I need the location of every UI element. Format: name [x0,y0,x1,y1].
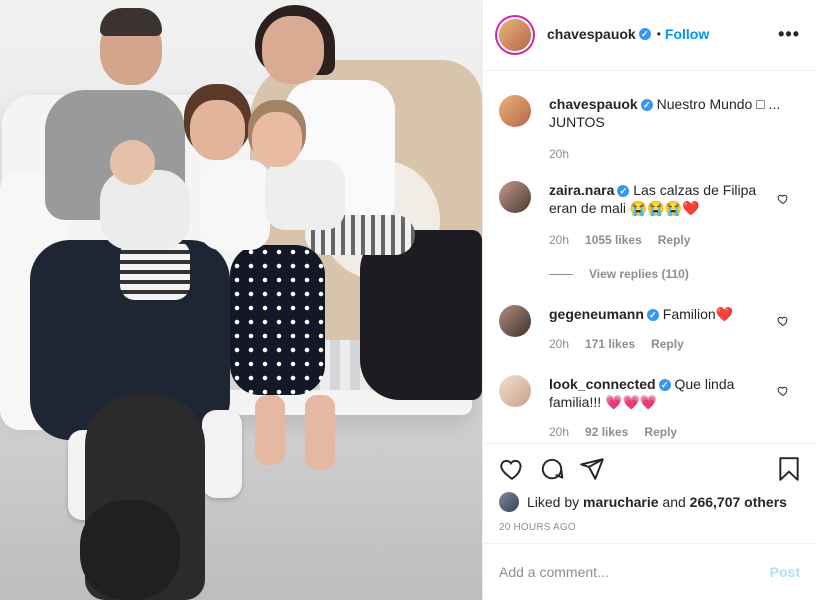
comment-text-block: look_connected ✓ Que linda familia!!! 💗💗💗 [549,375,769,411]
instagram-post-modal: chavespauok ✓ • Follow ••• chavespauok ✓ … [0,0,816,600]
reply-button[interactable]: Reply [658,233,691,247]
comment-meta: 20h 171 likes Reply [549,337,684,351]
comment-like-heart-icon[interactable] [777,385,789,397]
author-avatar[interactable] [499,19,531,51]
author-handle[interactable]: chavespauok [547,26,636,42]
header-author-line: chavespauok ✓ • Follow [547,26,709,42]
liker-avatar[interactable] [499,492,519,512]
comment-likes[interactable]: 92 likes [585,425,628,439]
comment-time[interactable]: 20h [549,233,569,247]
photo-baby-head [110,140,155,185]
comment-likes[interactable]: 171 likes [585,337,635,351]
share-icon[interactable] [579,456,605,482]
caption-avatar[interactable] [499,95,531,127]
photo-girl-head [190,100,245,160]
post-actions: Liked by marucharie and 266,707 others 2… [483,443,816,544]
view-replies-button[interactable]: View replies (110) [549,267,689,281]
likes-summary: Liked by marucharie and 266,707 others [499,492,787,512]
follow-button[interactable]: Follow [665,26,709,42]
comment-like-heart-icon[interactable] [777,315,789,327]
bookmark-icon[interactable] [776,456,802,482]
comments-list[interactable]: chavespauok ✓ Nuestro Mundo □ ... JUNTOS … [483,71,816,443]
comment-author[interactable]: look_connected [549,376,656,392]
verified-badge-icon: ✓ [640,99,653,112]
caption: chavespauok ✓ Nuestro Mundo □ ... JUNTOS … [499,95,799,165]
commenter-avatar[interactable] [499,375,531,407]
comment-item: gegeneumann ✓ Familion❤️ 20h 171 likes Repl… [499,305,799,365]
verified-badge-icon: ✓ [646,309,659,322]
reply-button[interactable]: Reply [644,425,677,439]
comment-text-block: zaira.nara ✓ Las calzas de Filipa eran de… [549,181,769,217]
caption-time[interactable]: 20h [549,147,569,161]
verified-badge-icon: ✓ [617,185,630,198]
likes-count[interactable]: 266,707 others [690,494,787,510]
liked-by-user[interactable]: marucharie [583,494,658,510]
photo-girl-body [200,160,270,250]
photo-woman-legs [360,230,482,400]
photo-woman-head [262,16,324,84]
caption-text-block: chavespauok ✓ Nuestro Mundo □ ... JUNTOS [549,95,789,131]
view-replies-line [549,274,573,276]
comment-author[interactable]: zaira.nara [549,182,614,198]
photo-sneaker-right [202,410,242,498]
liked-by-prefix: Liked by [527,494,580,510]
post-side-panel: chavespauok ✓ • Follow ••• chavespauok ✓ … [482,0,816,600]
post-comment-button[interactable]: Post [770,564,800,580]
photo-child-body [265,160,345,230]
heart-icon[interactable] [499,456,525,482]
verified-badge-icon: ✓ [638,28,651,40]
comment-meta: 20h 1055 likes Reply [549,233,690,247]
commenter-avatar[interactable] [499,181,531,213]
photo-baby-body [100,170,190,250]
comment-time[interactable]: 20h [549,425,569,439]
photo-girl-polka-legs [230,245,325,395]
more-options-icon[interactable]: ••• [778,24,800,45]
comment-text: Familion❤️ [662,306,734,322]
add-comment-bar: Add a comment... Post [483,543,816,601]
comment-input[interactable]: Add a comment... [499,564,609,580]
comment-item: zaira.nara ✓ Las calzas de Filipa eran de… [499,181,799,281]
view-replies-label[interactable]: View replies (110) [589,267,689,281]
liked-by-middle: and [662,494,686,510]
verified-badge-icon: ✓ [658,379,671,392]
post-timestamp[interactable]: 20 HOURS AGO [499,522,576,533]
reply-button[interactable]: Reply [651,337,684,351]
comment-author[interactable]: gegeneumann [549,306,644,322]
comment-meta: 20h 92 likes Reply [549,425,677,439]
comment-item: look_connected ✓ Que linda familia!!! 💗💗💗… [499,375,799,443]
comment-time[interactable]: 20h [549,337,569,351]
photo-foot-right [305,395,335,470]
post-photo[interactable] [0,0,482,600]
post-header: chavespauok ✓ • Follow ••• [483,0,816,71]
comment-text-block: gegeneumann ✓ Familion❤️ [549,305,769,323]
photo-man-hair [100,8,162,36]
dot-separator: • [656,27,661,41]
commenter-avatar[interactable] [499,305,531,337]
photo-dog-head [80,500,180,600]
photo-foot-left [255,395,285,465]
comment-likes[interactable]: 1055 likes [585,233,642,247]
comment-icon[interactable] [539,456,565,482]
caption-author[interactable]: chavespauok [549,96,638,112]
photo-child-head [252,112,302,167]
comment-like-heart-icon[interactable] [777,193,789,205]
